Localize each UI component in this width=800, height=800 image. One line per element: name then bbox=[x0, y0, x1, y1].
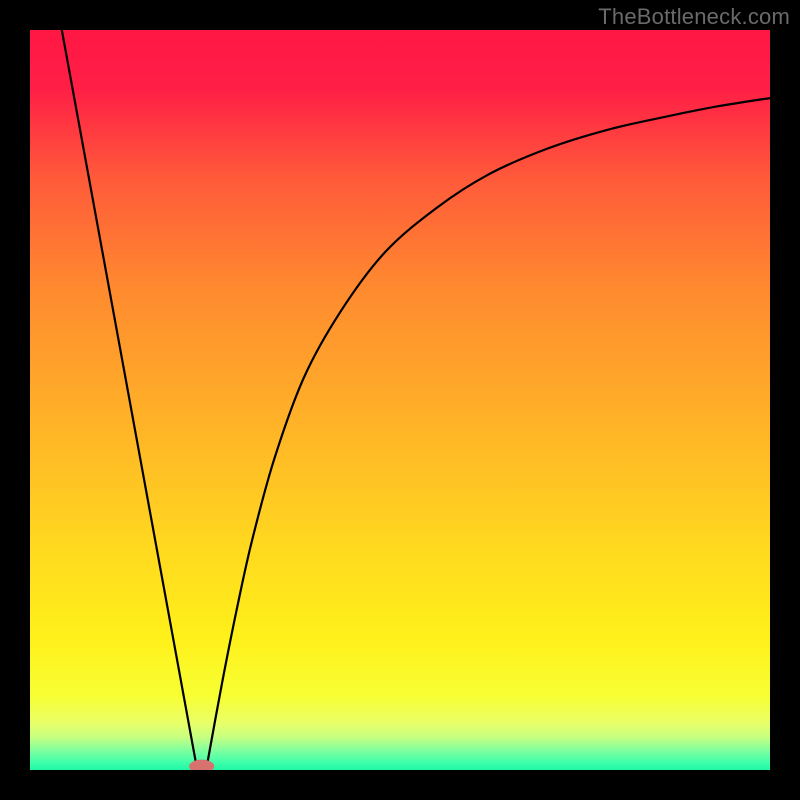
plot-background bbox=[30, 30, 770, 770]
watermark-text: TheBottleneck.com bbox=[598, 4, 790, 30]
chart-frame: TheBottleneck.com bbox=[0, 0, 800, 800]
chart-plot bbox=[30, 30, 770, 770]
